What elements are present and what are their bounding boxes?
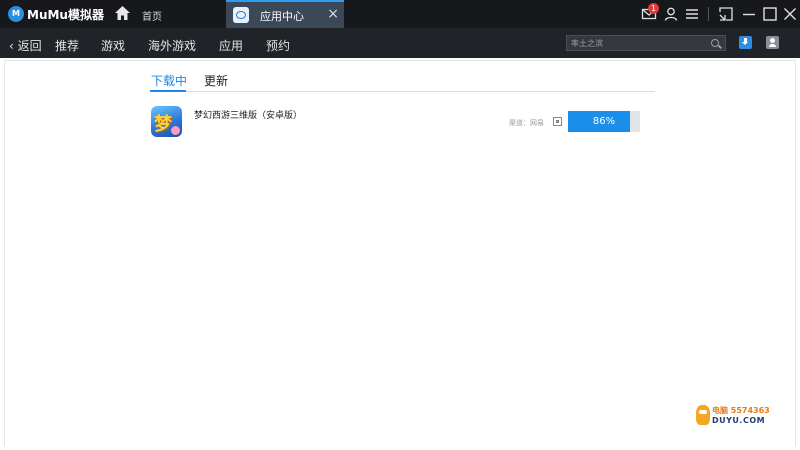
- app-icon: [151, 106, 182, 137]
- download-progress[interactable]: 86%: [568, 111, 640, 132]
- home-label[interactable]: 首页: [142, 8, 162, 23]
- content-panel: [4, 60, 796, 446]
- site-watermark: 电脑 5574363 DUYU.COM: [696, 405, 772, 429]
- search-input[interactable]: 率土之滨: [566, 35, 726, 51]
- title-bar: M MuMu模拟器 首页 应用中心 × 1: [0, 0, 800, 28]
- user-icon[interactable]: [663, 6, 679, 22]
- watermark-mascot-icon: [696, 405, 710, 425]
- tab-close-icon[interactable]: ×: [327, 5, 339, 23]
- tab-label: 应用中心: [260, 10, 304, 23]
- tabs-divider: [150, 91, 655, 92]
- tab-downloading[interactable]: 下载中: [151, 72, 187, 89]
- download-channel: 渠道：网易: [509, 119, 544, 127]
- nav-item-recommend[interactable]: 推荐: [55, 37, 79, 54]
- tab-app-center[interactable]: 应用中心 ×: [226, 0, 344, 28]
- back-button[interactable]: ‹ 返回: [9, 37, 42, 54]
- watermark-line2: DUYU.COM: [712, 416, 766, 425]
- controls-divider: [708, 7, 709, 21]
- tab-updates[interactable]: 更新: [204, 72, 228, 89]
- maximize-icon[interactable]: [762, 6, 778, 22]
- search-placeholder: 率土之滨: [571, 39, 603, 48]
- active-tab-indicator: [150, 90, 186, 92]
- download-app-name: 梦幻西游三维版（安卓版）: [194, 111, 303, 121]
- qr-code-icon[interactable]: [553, 117, 562, 126]
- nav-item-apps[interactable]: 应用: [219, 37, 243, 54]
- notification-badge: 1: [648, 3, 659, 14]
- app-center-icon: [233, 7, 249, 23]
- close-icon[interactable]: [782, 6, 798, 22]
- fullscreen-icon[interactable]: [718, 6, 734, 22]
- search-icon[interactable]: [711, 39, 719, 47]
- home-icon[interactable]: [114, 5, 131, 21]
- app-name: MuMu模拟器: [27, 8, 104, 22]
- account-button[interactable]: [766, 36, 779, 49]
- download-manager-button[interactable]: [739, 36, 752, 49]
- watermark-line1: 电脑 5574363: [712, 406, 770, 415]
- nav-item-reservations[interactable]: 预约: [266, 37, 290, 54]
- minimize-icon[interactable]: [741, 6, 757, 22]
- nav-item-games[interactable]: 游戏: [101, 37, 125, 54]
- mumu-logo-icon: M: [8, 6, 24, 22]
- progress-label: 86%: [592, 116, 616, 127]
- nav-item-overseas-games[interactable]: 海外游戏: [148, 37, 196, 54]
- menu-icon[interactable]: [684, 6, 700, 22]
